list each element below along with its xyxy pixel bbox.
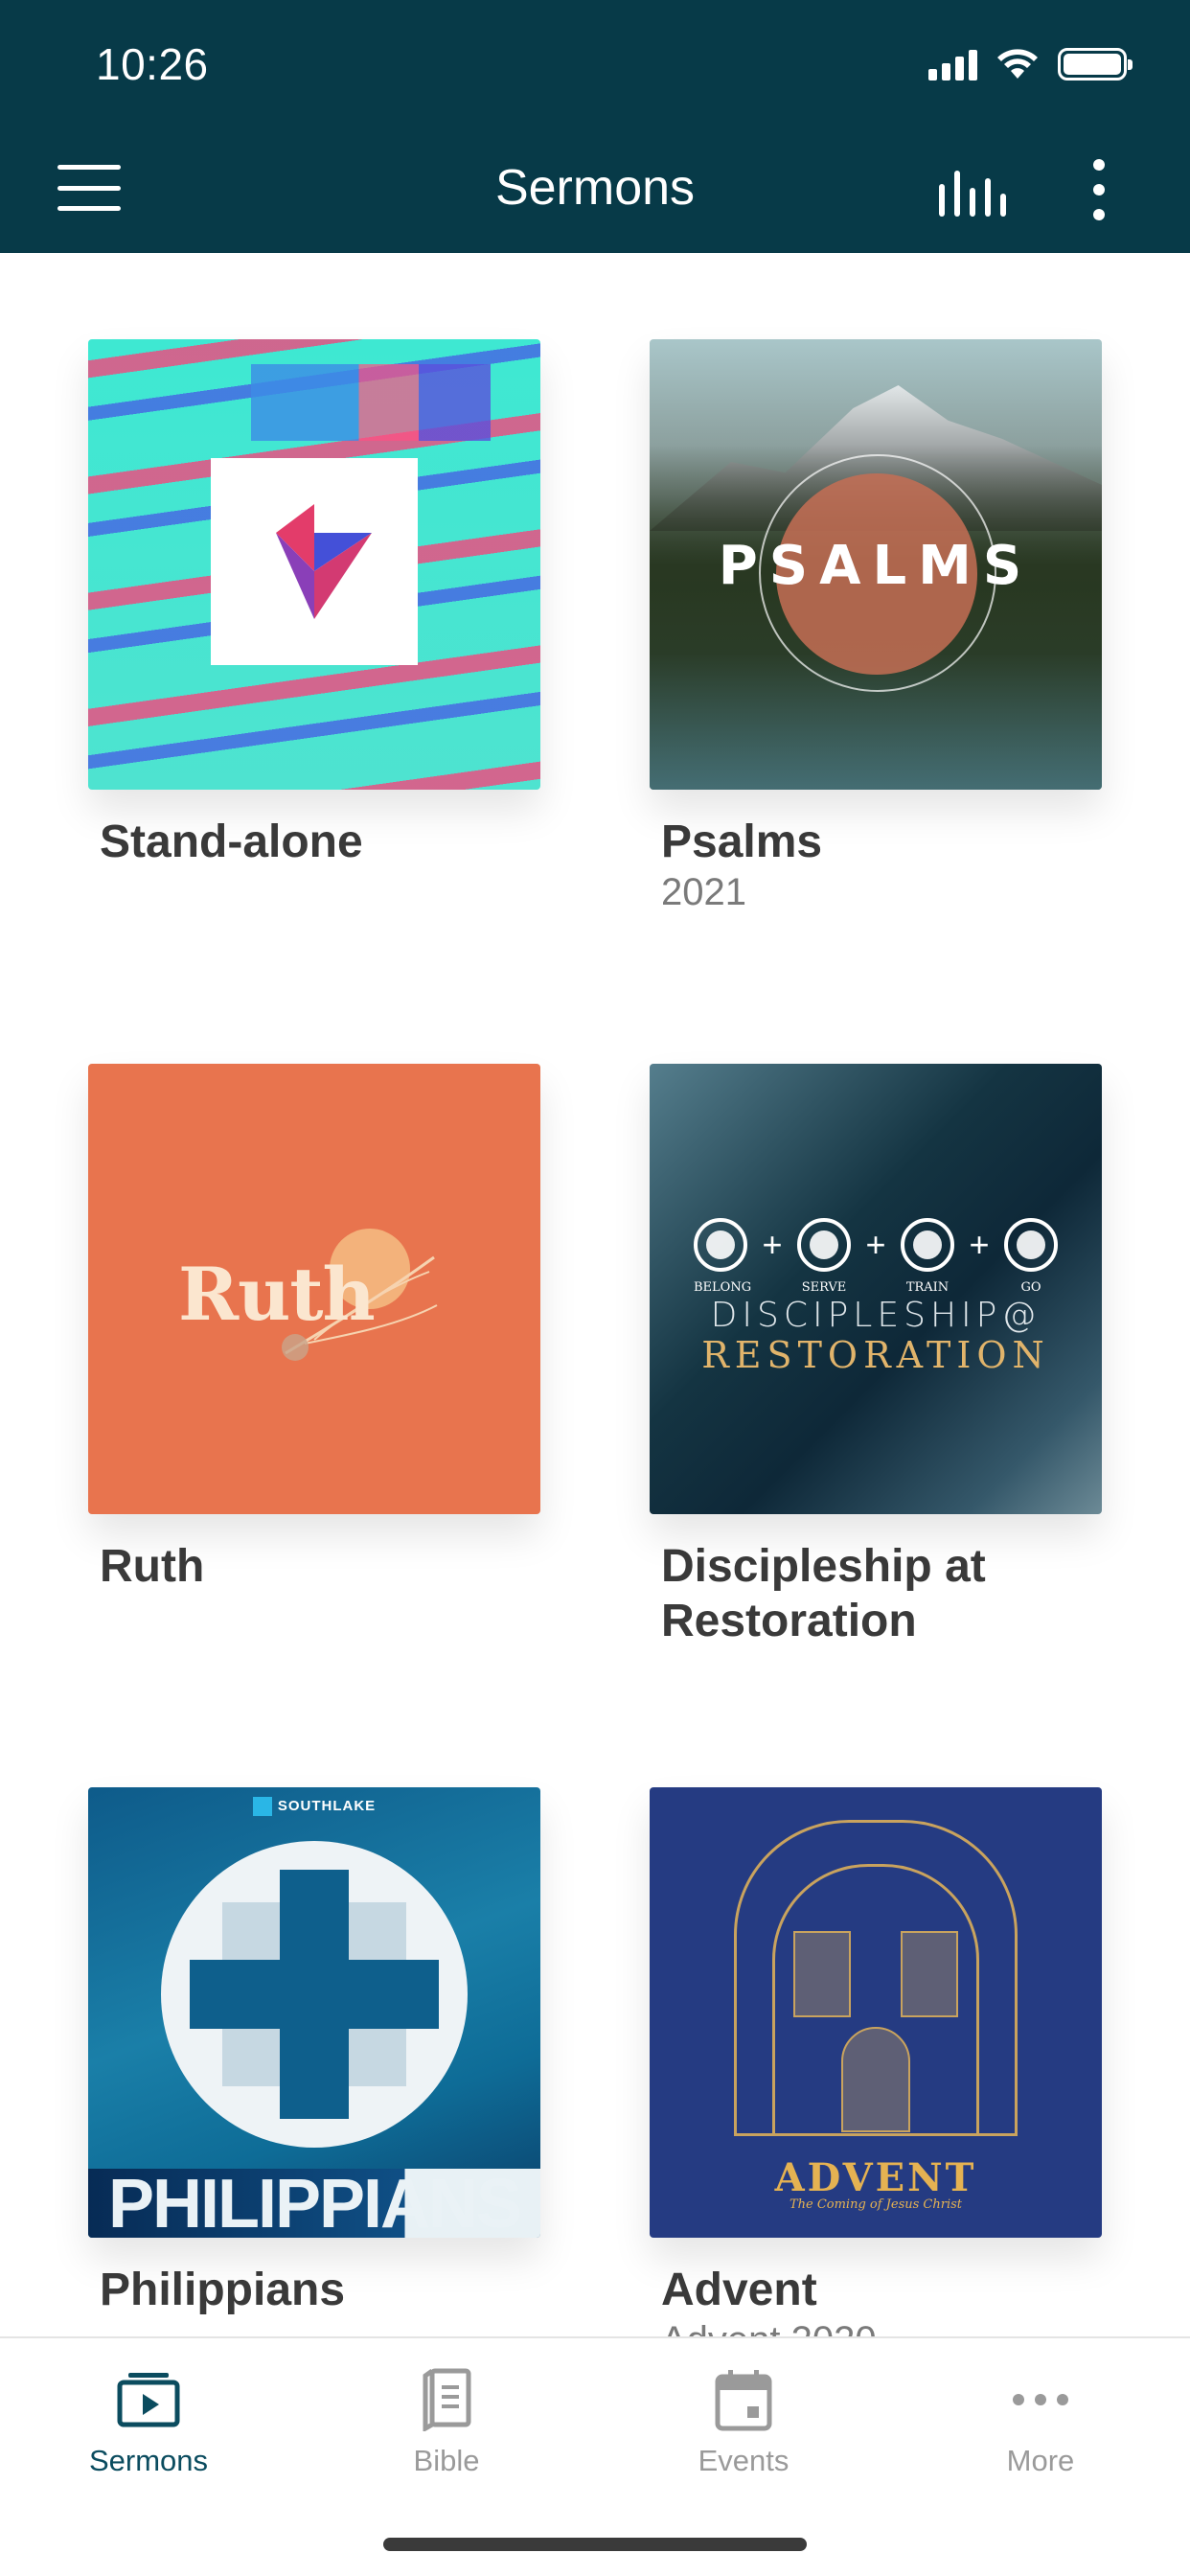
top-header: 10:26 Sermons [0,0,1190,253]
book-icon [351,2359,542,2440]
series-artwork[interactable] [88,339,540,790]
artwork-title-line-1: DISCIPLESHIP@ [710,1296,1041,1335]
tab-label: Events [698,2444,790,2477]
art-label: TRAIN [905,1280,950,1295]
status-time: 10:26 [96,39,209,89]
tab-label: Bible [413,2444,480,2477]
play-video-icon [53,2359,244,2440]
tab-sermons[interactable]: Sermons [53,2359,244,2478]
tab-bible[interactable]: Bible [351,2359,542,2478]
series-title: Advent [661,2265,817,2315]
series-artwork[interactable]: PSALMS [650,339,1102,790]
series-title: Psalms [661,816,823,867]
artwork-title-line-2: RESTORATION [701,1334,1050,1376]
tab-more[interactable]: More [945,2359,1136,2478]
southlake-logo-icon [252,1797,272,1816]
people-icon [694,1218,747,1272]
series-title: Philippians [100,2265,346,2315]
art-label: BELONG [694,1280,752,1295]
church-logo-icon [211,458,418,665]
audio-bars-icon[interactable] [939,171,1006,217]
hand-icon [797,1218,851,1272]
series-card-philippians[interactable]: SOUTHLAKE PHILIPPIANS Philippians [88,1787,540,2317]
artwork-title: PSALMS [718,535,1034,597]
artwork-title: Ruth [178,1252,376,1337]
status-icons [928,48,1133,80]
series-subtitle: 2021 [661,871,746,913]
series-card-psalms[interactable]: PSALMS Psalms 2021 [650,339,1102,914]
series-card-discipleship[interactable]: + + + BELONG SERVE TRAIN GO DISCIPLESHIP… [650,1064,1102,1648]
art-label: SERVE [801,1280,847,1295]
discipleship-icons: + + + [694,1211,1058,1278]
battery-icon [1058,48,1133,80]
artwork-subtitle: The Coming of Jesus Christ [789,2197,963,2212]
overflow-menu-icon[interactable] [1085,159,1113,220]
series-artwork[interactable]: ADVENT The Coming of Jesus Christ [650,1787,1102,2238]
series-artwork[interactable]: Ruth [88,1064,540,1514]
series-title: Discipleship at Restoration [661,1541,986,1646]
tab-events[interactable]: Events [648,2359,839,2478]
ellipsis-icon [945,2359,1136,2440]
brand-label: SOUTHLAKE [88,1797,540,1816]
calendar-icon [648,2359,839,2440]
page-title: Sermons [494,160,696,216]
series-artwork[interactable]: + + + BELONG SERVE TRAIN GO DISCIPLESHIP… [650,1064,1102,1514]
cross-emblem [161,1841,468,2148]
home-indicator[interactable] [383,2538,807,2551]
book-icon [901,1218,954,1272]
series-card-advent[interactable]: ADVENT The Coming of Jesus Christ Advent… [650,1787,1102,2362]
series-card-ruth[interactable]: Ruth Ruth [88,1064,540,1594]
tab-label: Sermons [88,2444,209,2477]
sprout-icon [1004,1218,1058,1272]
cellular-signal-icon [928,48,977,80]
series-card-stand-alone[interactable]: Stand-alone [88,339,540,869]
series-artwork[interactable]: SOUTHLAKE PHILIPPIANS [88,1787,540,2238]
artwork-title: ADVENT [774,2155,977,2200]
tab-label: More [1006,2444,1075,2477]
artwork-title: PHILIPPIANS [107,2166,522,2238]
series-title: Stand-alone [100,816,363,867]
series-title: Ruth [100,1541,205,1592]
wifi-icon [997,49,1038,79]
art-label: GO [1020,1280,1041,1295]
